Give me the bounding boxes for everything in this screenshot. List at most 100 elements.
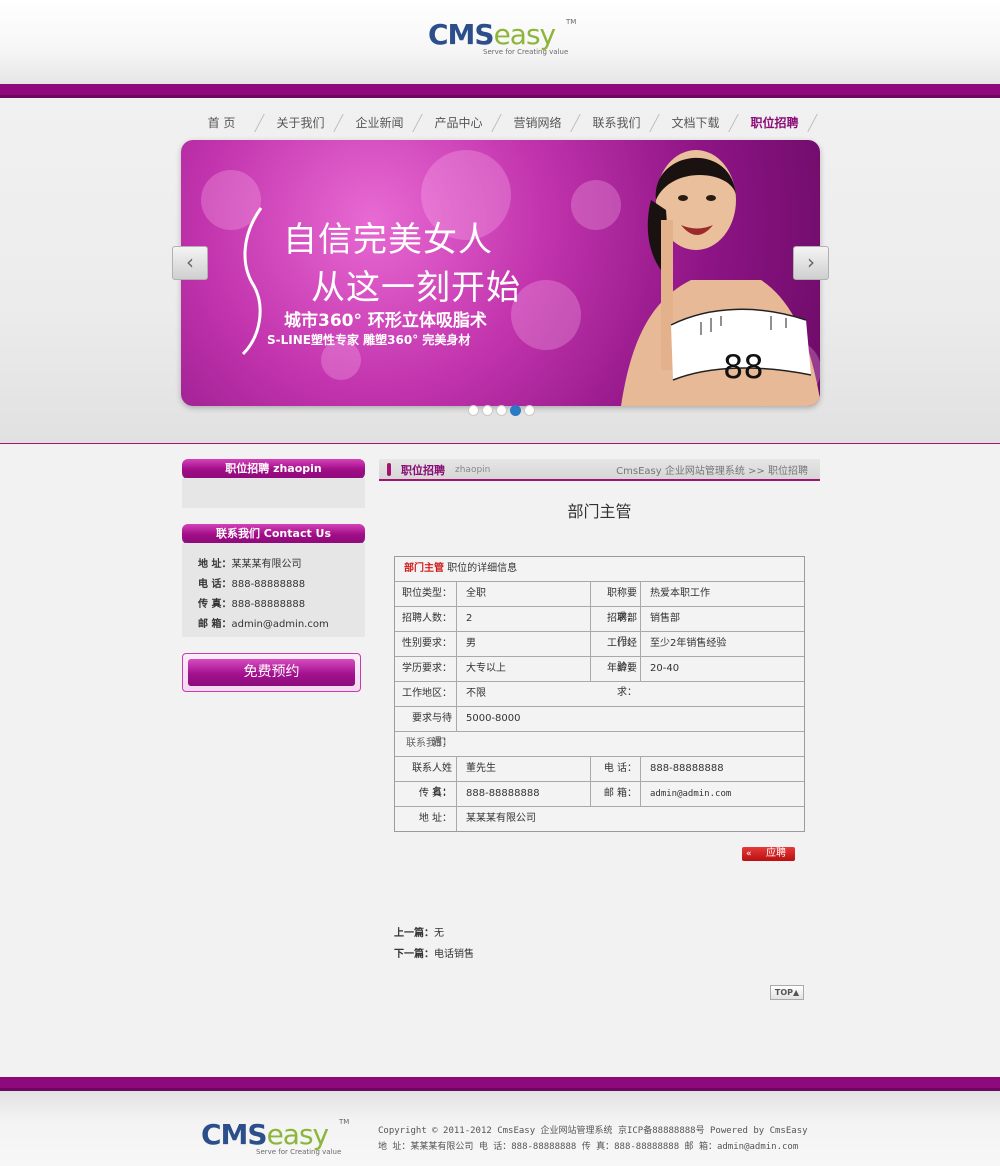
cell-value: 销售部: [650, 613, 680, 624]
cell-value: 2: [466, 613, 473, 624]
banner-slide[interactable]: 自信完美女人 从这一刻开始 城市360° 环形立体吸脂术 S-LINE塑性专家 …: [181, 140, 820, 406]
contact-value: admin@admin.com: [231, 619, 329, 630]
nav-item-jobs[interactable]: 职位招聘: [735, 106, 814, 140]
slider-dot[interactable]: [468, 405, 479, 416]
contact-section-header: 联系我们: [406, 738, 446, 749]
banner-headline-1: 自信完美女人: [283, 220, 493, 260]
cell-label: 工作经验：: [607, 638, 637, 673]
breadcrumb-subtitle: zhaopin: [455, 465, 491, 475]
slider-prev-button[interactable]: ‹: [172, 246, 208, 280]
footer-cmseasy-logo[interactable]: CMSeasy TM Serve for Creating value: [201, 1118, 351, 1158]
cell-divider: [640, 632, 641, 656]
slider-dot[interactable]: [524, 405, 535, 416]
site-header: CMSeasy TM Serve for Creating value: [0, 0, 1000, 84]
contact-value: 888-88888888: [231, 579, 306, 590]
slider-dot[interactable]: [482, 405, 493, 416]
nav-item-about[interactable]: 关于我们: [261, 106, 340, 140]
back-to-top-button[interactable]: TOP▲: [770, 985, 804, 1000]
cell-divider: [456, 607, 457, 631]
cell-label: 学历要求：: [402, 663, 452, 674]
cell-divider: [456, 632, 457, 656]
footer-logo-easy-text: easy: [266, 1118, 330, 1151]
cell-value: 888-88888888: [466, 788, 540, 799]
cell-label: 性别要求：: [402, 638, 452, 649]
site-footer: CMSeasy TM Serve for Creating value Copy…: [0, 1091, 1000, 1166]
sidebar-jobs-title[interactable]: 职位招聘 zhaopin: [182, 459, 365, 478]
contact-value: 888-88888888: [231, 599, 306, 610]
cell-value: 热爱本职工作: [650, 588, 710, 599]
breadcrumb: 职位招聘 zhaopin CmsEasy 企业网站管理系统 >> 职位招聘: [379, 459, 820, 481]
job-header: 部门主管 职位的详细信息: [404, 557, 517, 581]
cell-label: 联系人姓名：: [412, 763, 452, 798]
banner-subline-2: S-LINE塑性专家 雕塑360° 完美身材: [267, 333, 471, 347]
double-chevron-left-icon: «: [746, 849, 752, 859]
cell-value: 20-40: [650, 663, 680, 674]
cell-label: 传 真：: [418, 788, 452, 799]
s-curve-icon: [241, 207, 263, 356]
cell-value: 男: [466, 638, 476, 649]
slider-dot-active[interactable]: [510, 405, 521, 416]
logo-tm: TM: [566, 18, 577, 26]
cell-value: 全职: [466, 588, 486, 599]
banner-headline-2: 从这一刻开始: [311, 268, 521, 308]
footer-logo-slogan: Serve for Creating value: [256, 1148, 342, 1156]
breadcrumb-marker-icon: [387, 463, 391, 476]
job-header-name: 部门主管: [404, 563, 444, 574]
table-row: 工作地区： 不限: [395, 682, 804, 707]
breadcrumb-current-link[interactable]: 职位招聘: [768, 466, 808, 477]
job-header-suffix: 职位的详细信息: [447, 563, 518, 574]
sidebar-jobs-box: [182, 478, 365, 508]
breadcrumb-separator: >>: [748, 466, 765, 477]
sidebar-contact-address: 地 址：某某某有限公司: [198, 555, 301, 570]
next-article: 下一篇：电话销售: [394, 945, 474, 960]
sidebar-contact-email: 邮 箱：admin@admin.com: [198, 615, 329, 630]
nav-item-products[interactable]: 产品中心: [419, 106, 498, 140]
nav-item-marketing[interactable]: 营销网络: [498, 106, 577, 140]
previous-label: 上一篇：: [394, 928, 434, 939]
table-row: 传 真： 888-88888888 邮 箱： admin@admin.com: [395, 782, 804, 807]
apply-button-label: 应聘: [766, 848, 786, 859]
sidebar-contact-phone: 电 话：888-88888888: [198, 575, 305, 590]
tape-measure-number: 88: [723, 348, 764, 386]
footer-logo-tm: TM: [339, 1118, 350, 1126]
cmseasy-logo[interactable]: CMSeasy TM Serve for Creating value: [428, 18, 578, 58]
table-row: 地 址： 某某某有限公司: [395, 807, 804, 831]
footer-contact-info: 地 址：某某某有限公司 电 话：888-88888888 传 真：888-888…: [378, 1142, 799, 1152]
contact-value: 某某某有限公司: [231, 559, 302, 570]
cell-divider: [640, 782, 641, 806]
previous-link[interactable]: 无: [434, 928, 444, 939]
logo-easy-text: easy: [493, 18, 557, 51]
cell-label: 邮 箱：: [603, 788, 637, 799]
breadcrumb-home-link[interactable]: CmsEasy 企业网站管理系统: [616, 466, 745, 477]
table-row: 职位类型： 全职 职称要求： 热爱本职工作: [395, 582, 804, 623]
cell-divider: [456, 582, 457, 606]
table-row: 招聘人数： 2 招聘部门： 销售部: [395, 607, 804, 648]
next-link[interactable]: 电话销售: [434, 949, 474, 960]
cell-label: 工作地区：: [402, 688, 452, 699]
nav-item-home[interactable]: 首 页: [182, 106, 261, 140]
cell-divider: [456, 807, 457, 831]
cell-divider: [456, 707, 457, 731]
breadcrumb-path: CmsEasy 企业网站管理系统 >> 职位招聘: [616, 462, 808, 477]
previous-article: 上一篇：无: [394, 924, 444, 939]
cell-value: 888-88888888: [650, 763, 724, 774]
nav-item-news[interactable]: 企业新闻: [340, 106, 419, 140]
cell-label: 地 址：: [418, 813, 452, 824]
table-row: 学历要求： 大专以上 年龄要求： 20-40: [395, 657, 804, 698]
nav-item-downloads[interactable]: 文档下载: [656, 106, 735, 140]
sidebar-contact-title[interactable]: 联系我们 Contact Us: [182, 524, 365, 543]
cell-value: 大专以上: [466, 663, 506, 674]
contact-label: 邮 箱：: [198, 619, 232, 630]
nav-item-contact[interactable]: 联系我们: [577, 106, 656, 140]
slider-next-button[interactable]: ›: [793, 246, 829, 280]
footer-divider-bar: [0, 1077, 1000, 1091]
slider-dot[interactable]: [496, 405, 507, 416]
apply-button[interactable]: « 应聘: [742, 847, 795, 861]
cell-divider: [456, 757, 457, 781]
cell-value: admin@admin.com: [650, 789, 732, 799]
cell-label: 要求与待遇：: [412, 713, 452, 748]
job-detail-table: 部门主管 职位的详细信息 职位类型： 全职 职称要求： 热爱本职工作 招聘人数：…: [394, 556, 805, 832]
free-reservation-button[interactable]: 免费预约: [182, 653, 361, 692]
contact-label: 传 真：: [198, 599, 232, 610]
cell-divider: [456, 682, 457, 706]
